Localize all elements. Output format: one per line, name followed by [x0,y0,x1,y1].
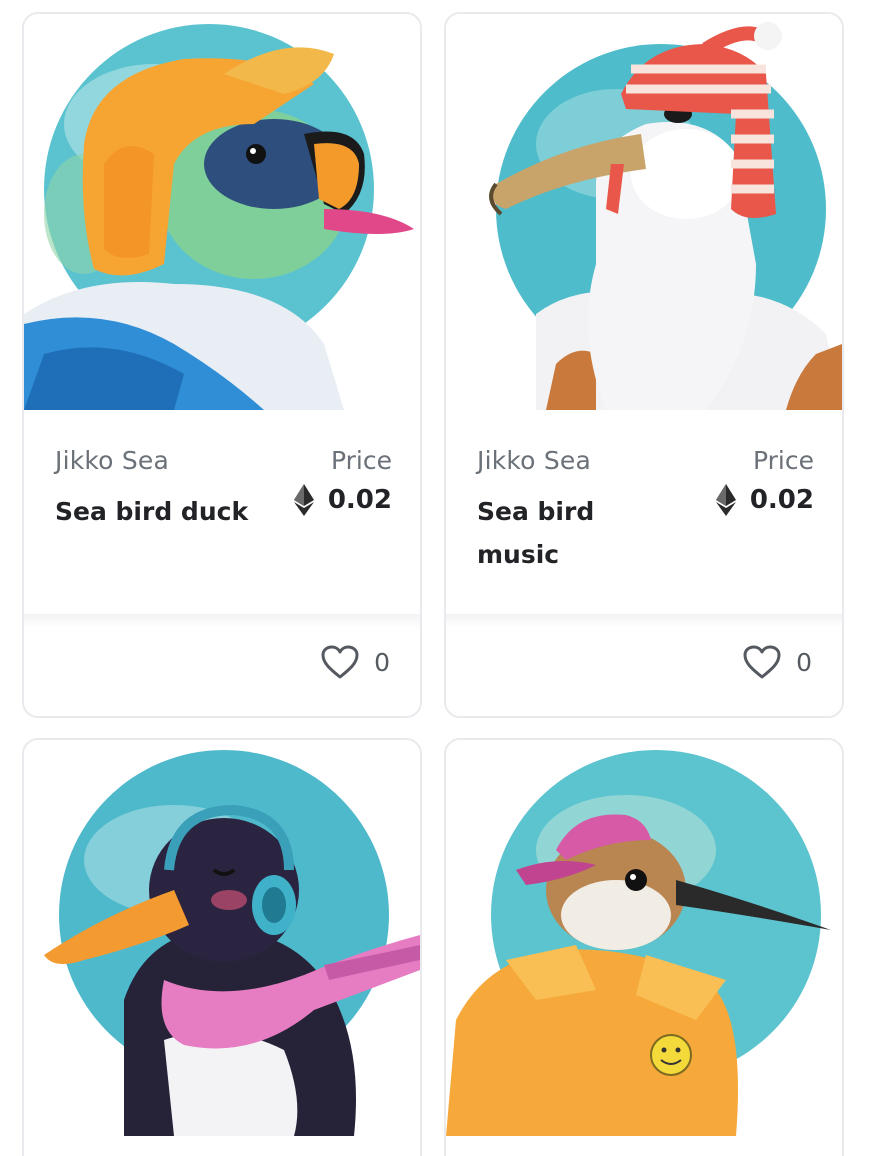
price-value: 0.02 [293,484,392,516]
like-button[interactable]: 0 [742,644,812,680]
nft-card[interactable] [22,738,422,1156]
like-count: 0 [374,647,390,677]
nft-card[interactable] [444,738,844,1156]
penguin-artwork-image [24,740,420,1136]
duck-artwork-image [24,14,420,410]
nft-card-footer: 0 [24,614,420,716]
like-button[interactable]: 0 [320,644,390,680]
albatross-artwork-image [446,14,842,410]
nft-card-info: Jikko Sea Sea bird duck Price 0.02 [24,412,420,612]
ethereum-icon [715,484,736,516]
nft-card[interactable]: Jikko Sea Sea bird duck Price 0.02 0 [22,12,422,718]
ethereum-icon [293,484,314,516]
nft-artwork-penguin[interactable] [24,740,420,1136]
nft-name[interactable]: Sea bird music [477,490,677,576]
collection-name[interactable]: Jikko Sea [55,446,169,475]
nft-card-footer: 0 [446,614,842,716]
nft-artwork-duck[interactable] [24,14,420,410]
heart-icon [743,645,781,679]
sandpiper-artwork-image [446,740,842,1136]
nft-artwork-sandpiper[interactable] [446,740,842,1136]
nft-card-info: Jikko Sea Sea bird music Price 0.02 [446,412,842,612]
price-value: 0.02 [715,484,814,516]
like-count: 0 [796,647,812,677]
nft-artwork-albatross[interactable] [446,14,842,410]
price-amount: 0.02 [749,485,814,515]
price-label: Price [331,446,392,475]
nft-grid: Jikko Sea Sea bird duck Price 0.02 0 Jik… [0,0,869,1156]
collection-name[interactable]: Jikko Sea [477,446,591,475]
price-amount: 0.02 [327,485,392,515]
heart-icon [321,645,359,679]
nft-card[interactable]: Jikko Sea Sea bird music Price 0.02 0 [444,12,844,718]
nft-name[interactable]: Sea bird duck [55,490,255,533]
price-label: Price [753,446,814,475]
